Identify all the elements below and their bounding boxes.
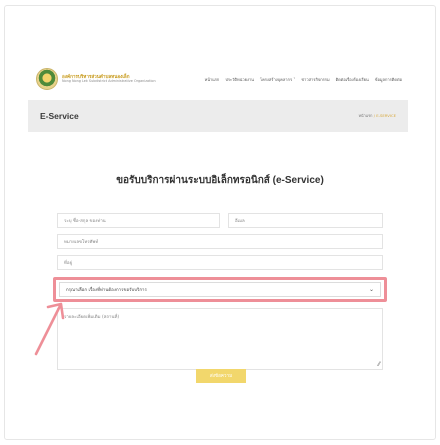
org-logo-icon[interactable]	[36, 68, 58, 90]
address-input[interactable]: ที่อยู่	[57, 255, 383, 270]
nav-item-structure[interactable]: โครงสร้างบุคลากร ˅	[260, 76, 295, 83]
breadcrumb: หน้าแรก / E-SERVICE	[358, 113, 396, 119]
chevron-down-icon: ⌄	[368, 286, 374, 293]
form-heading: ขอรับบริการผ่านระบบอิเล็กทรอนิกส์ (e-Ser…	[116, 175, 324, 186]
service-select[interactable]: กรุณาเลือก เรื่องที่ท่านต้องการขอรับบริก…	[59, 282, 381, 297]
pointer-arrow-icon	[34, 302, 65, 356]
breadcrumb-home[interactable]: หน้าแรก	[358, 113, 372, 118]
org-name-english: Nong Nong Lek Subdistrict Administrative…	[62, 78, 156, 83]
email-input[interactable]: อีเมล	[228, 213, 383, 228]
details-textarea[interactable]: รายละเอียดเพิ่มเติม (สถานที่) ⁄⁄	[57, 308, 383, 370]
nav-item-news[interactable]: ข่าวสารกิจกรรม	[301, 76, 329, 83]
page-banner: E-Service หน้าแรก / E-SERVICE	[28, 100, 408, 132]
nav-item-home[interactable]: หน้าแรก	[205, 76, 220, 83]
submit-button[interactable]: ส่งข้อความ	[196, 369, 246, 383]
main-nav: หน้าแรก ประวัติหน่วยงาน โครงสร้างบุคลากร…	[205, 76, 402, 83]
resize-handle-icon[interactable]: ⁄⁄	[378, 361, 380, 368]
nav-item-contact[interactable]: ข้อมูลการติดต่อ	[375, 76, 402, 83]
org-name: องค์การบริหารส่วนตำบลหนองเล็ก Nong Nong …	[62, 75, 156, 84]
details-placeholder: รายละเอียดเพิ่มเติม (สถานที่)	[64, 315, 120, 320]
breadcrumb-separator: /	[373, 113, 375, 118]
phone-input[interactable]: หมายเลขโทรศัพท์	[57, 234, 383, 249]
breadcrumb-current: E-SERVICE	[376, 113, 396, 118]
name-input[interactable]: ระบุ ชื่อ-สกุล ของท่าน	[57, 213, 220, 228]
page-title: E-Service	[40, 111, 79, 121]
nav-item-history[interactable]: ประวัติหน่วยงาน	[225, 76, 254, 83]
site-header: องค์การบริหารส่วนตำบลหนองเล็ก Nong Nong …	[36, 66, 402, 92]
nav-item-complaints[interactable]: ติดต่อเรื่องร้องเรียน	[336, 76, 369, 83]
service-select-value: กรุณาเลือก เรื่องที่ท่านต้องการขอรับบริก…	[66, 288, 147, 293]
